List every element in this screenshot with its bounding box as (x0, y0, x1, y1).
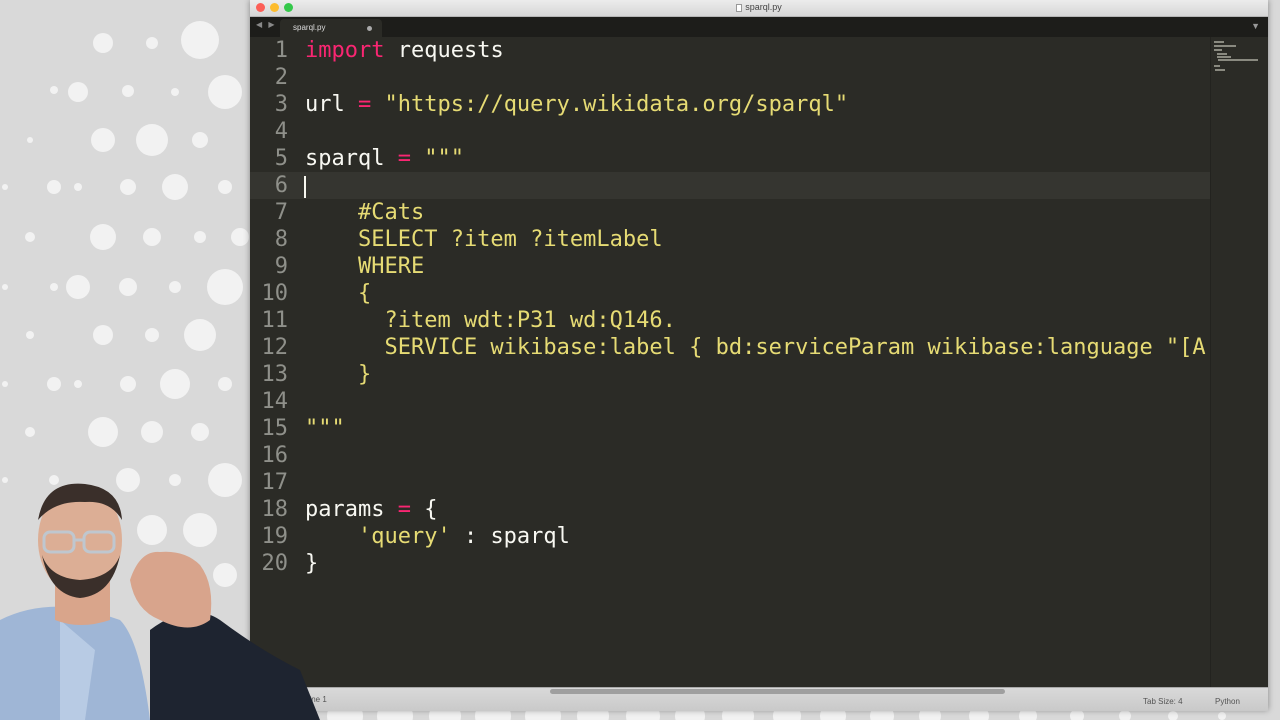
line-source: url = "https://query.wikidata.org/sparql… (305, 91, 848, 118)
code-token: } (305, 362, 372, 387)
line-number: 1 (274, 38, 288, 63)
line-source: } (305, 361, 371, 388)
line-source: sparql = """ (305, 145, 464, 172)
code-token: { (410, 497, 438, 522)
line-number: 11 (261, 308, 289, 333)
line-source: #Cats (305, 199, 424, 226)
status-bar: Line 1 Tab Size: 4 Python (250, 687, 1268, 711)
code-line[interactable]: 6 (250, 172, 1212, 199)
title-bar: sparql.py (250, 0, 1268, 17)
code-line[interactable]: 3 url = "https://query.wikidata.org/sparq… (250, 91, 1212, 118)
code-line[interactable]: 8 SELECT ?item ?itemLabel (250, 226, 1212, 253)
vertical-scrollbar[interactable] (1260, 37, 1268, 687)
code-token: WHERE (305, 254, 425, 279)
code-token: = (397, 146, 411, 171)
horizontal-scrollbar[interactable] (550, 689, 1005, 694)
presenter-webcam-overlay (0, 483, 320, 720)
line-source: """ (305, 415, 345, 442)
text-caret (304, 176, 306, 198)
window-title-text: sparql.py (745, 2, 782, 12)
unsaved-dot-icon[interactable] (367, 26, 372, 31)
code-token: = (397, 497, 411, 522)
code-token: requests (384, 38, 504, 63)
code-line[interactable]: 20} (250, 550, 1212, 577)
tab-label: sparql.py (293, 23, 326, 32)
code-token: ?item wdt:P31 wd:Q146. (305, 308, 676, 333)
code-line[interactable]: 16 (250, 442, 1212, 469)
code-token: = (357, 92, 372, 117)
tab-sparql-py[interactable]: sparql.py (280, 19, 382, 37)
minimap[interactable] (1210, 37, 1261, 687)
line-number: 9 (274, 254, 288, 279)
line-source: import requests (305, 37, 504, 64)
line-number: 14 (261, 389, 289, 414)
code-line[interactable]: 4 (250, 118, 1212, 145)
code-line[interactable]: 7 #Cats (250, 199, 1212, 226)
code-token: url (305, 92, 358, 117)
code-token: SELECT ?item ?itemLabel (305, 227, 663, 252)
line-number: 4 (274, 119, 288, 144)
code-line[interactable]: 14 (250, 388, 1212, 415)
code-line[interactable]: 11 ?item wdt:P31 wd:Q146. (250, 307, 1212, 334)
code-token: #Cats (305, 200, 425, 225)
code-line[interactable]: 2 (250, 64, 1212, 91)
tab-menu-chevron-icon[interactable]: ▼ (1251, 21, 1260, 31)
code-token: """ (305, 416, 345, 441)
line-number: 6 (274, 173, 288, 198)
line-number: 16 (261, 443, 289, 468)
code-line[interactable]: 18 params = { (250, 496, 1212, 523)
line-source: ?item wdt:P31 wd:Q146. (305, 307, 676, 334)
minimap-line (1214, 45, 1236, 47)
code-line[interactable]: 10 { (250, 280, 1212, 307)
code-line[interactable]: 9 WHERE (250, 253, 1212, 280)
line-source: WHERE (305, 253, 424, 280)
code-line[interactable]: 17 (250, 469, 1212, 496)
code-line[interactable]: 15 """ (250, 415, 1212, 442)
tab-bar: ◀ ▶ sparql.py ▼ (250, 17, 1268, 37)
code-line[interactable]: 19 'query' : sparql (250, 523, 1212, 550)
code-token: : sparql (450, 524, 570, 549)
line-source: 'query' : sparql (305, 523, 570, 550)
editor-window: sparql.py ◀ ▶ sparql.py ▼ 1 import reques… (250, 0, 1268, 711)
code-line[interactable]: 12 SERVICE wikibase:label { bd:servicePa… (250, 334, 1212, 361)
line-number: 8 (274, 227, 288, 252)
line-source: SELECT ?item ?itemLabel (305, 226, 663, 253)
code-token: """ (424, 146, 464, 171)
code-token: import (305, 38, 385, 63)
line-number: 10 (261, 281, 289, 306)
line-number: 5 (274, 146, 288, 171)
minimap-line (1215, 69, 1225, 71)
document-icon (736, 3, 743, 12)
code-token: 'query' (357, 524, 451, 549)
minimap-line (1214, 41, 1224, 43)
code-token: SERVICE wikibase:label { bd:serviceParam… (305, 335, 1206, 360)
tab-navigation-arrows-icon[interactable]: ◀ ▶ (256, 20, 277, 29)
line-number: 2 (274, 65, 288, 90)
line-number: 15 (261, 416, 289, 441)
line-number: 12 (261, 335, 289, 360)
syntax-selector[interactable]: Python (1215, 697, 1240, 706)
window-title: sparql.py (250, 2, 1268, 12)
code-line[interactable]: 5 sparql = """ (250, 145, 1212, 172)
code-token: sparql (305, 146, 398, 171)
code-token: "https://query.wikidata.org/sparql" (384, 92, 849, 117)
minimap-line (1214, 65, 1220, 67)
line-number: 13 (261, 362, 289, 387)
minimap-line (1217, 56, 1231, 58)
line-number: 7 (274, 200, 288, 225)
minimap-line (1217, 53, 1227, 55)
code-line[interactable]: 13 } (250, 361, 1212, 388)
line-source: { (305, 280, 371, 307)
minimap-line (1218, 59, 1258, 61)
code-token: { (305, 281, 372, 306)
code-line[interactable]: 1 import requests (250, 37, 1212, 64)
tab-size-selector[interactable]: Tab Size: 4 (1143, 697, 1183, 706)
line-source: SERVICE wikibase:label { bd:serviceParam… (305, 334, 1206, 361)
code-editor[interactable]: 1 import requests 2 3 url = "https://query.w… (250, 37, 1212, 687)
minimap-line (1214, 49, 1222, 51)
line-number: 3 (274, 92, 288, 117)
